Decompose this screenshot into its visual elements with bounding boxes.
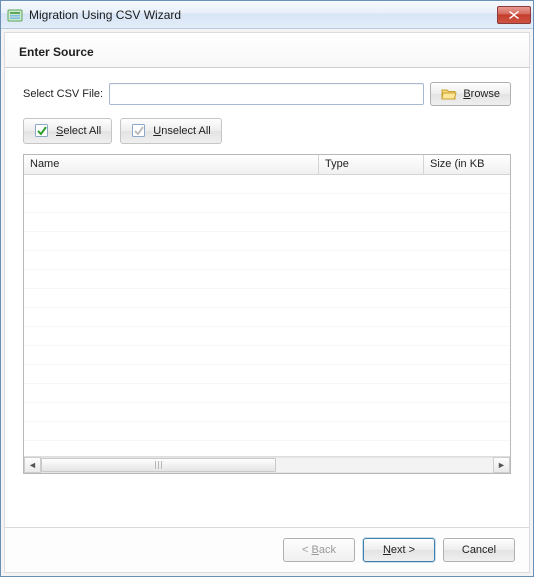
select-all-button[interactable]: Select All — [23, 118, 112, 144]
next-button[interactable]: Next > — [363, 538, 435, 562]
select-all-label: Select All — [56, 125, 101, 137]
browse-button[interactable]: Browse — [430, 82, 511, 106]
table-header: Name Type Size (in KB — [24, 155, 510, 175]
file-table: Name Type Size (in KB ◄ ► — [23, 154, 511, 474]
app-icon — [7, 7, 23, 23]
cancel-button[interactable]: Cancel — [443, 538, 515, 562]
window-title: Migration Using CSV Wizard — [29, 8, 497, 22]
csv-file-input[interactable] — [109, 83, 424, 105]
browse-button-label: Browse — [463, 88, 500, 100]
step-title: Enter Source — [19, 45, 515, 59]
column-header-name[interactable]: Name — [24, 155, 319, 174]
wizard-window: Migration Using CSV Wizard Enter Source … — [0, 0, 534, 577]
unselect-all-button[interactable]: Unselect All — [120, 118, 221, 144]
checkbox-checked-icon — [34, 123, 50, 139]
titlebar: Migration Using CSV Wizard — [1, 1, 533, 29]
scroll-right-arrow[interactable]: ► — [493, 457, 510, 473]
column-header-type[interactable]: Type — [319, 155, 424, 174]
scroll-left-arrow[interactable]: ◄ — [24, 457, 41, 473]
checkbox-unchecked-icon — [131, 123, 147, 139]
selection-buttons: Select All Unselect All — [23, 118, 511, 144]
column-header-size[interactable]: Size (in KB — [424, 155, 510, 174]
horizontal-scrollbar[interactable]: ◄ ► — [24, 456, 510, 473]
folder-open-icon — [441, 86, 457, 102]
close-button[interactable] — [497, 6, 531, 24]
cancel-button-label: Cancel — [462, 544, 496, 556]
back-button: < Back — [283, 538, 355, 562]
scroll-track[interactable] — [41, 457, 493, 473]
file-select-row: Select CSV File: Browse — [23, 82, 511, 106]
table-body — [24, 175, 510, 456]
next-button-label: Next > — [383, 544, 415, 556]
unselect-all-label: Unselect All — [153, 125, 210, 137]
close-icon — [509, 11, 519, 19]
file-select-label: Select CSV File: — [23, 88, 103, 100]
content-area: Enter Source Select CSV File: Browse — [4, 32, 530, 573]
back-button-label: < Back — [302, 544, 336, 556]
scroll-thumb[interactable] — [41, 458, 276, 472]
form-area: Select CSV File: Browse — [5, 68, 529, 482]
wizard-header: Enter Source — [5, 33, 529, 68]
wizard-footer: < Back Next > Cancel — [5, 527, 529, 572]
